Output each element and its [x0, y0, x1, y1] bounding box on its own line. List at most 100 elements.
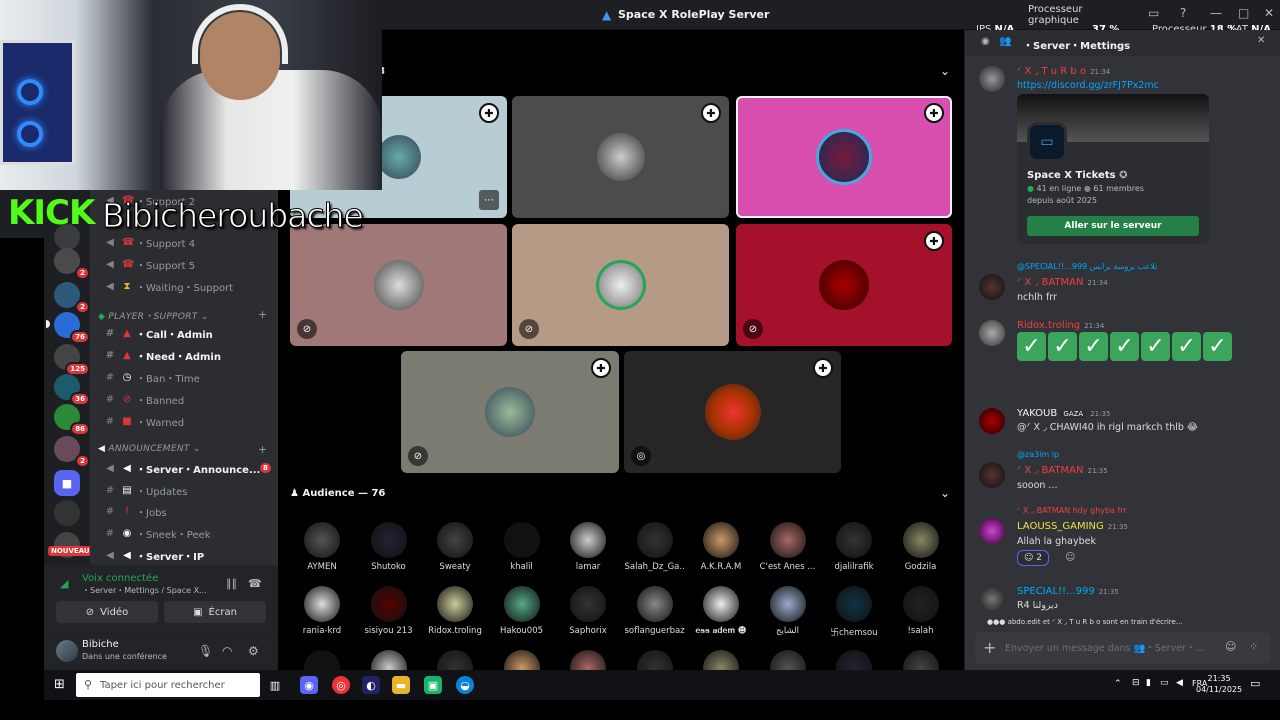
audience-member[interactable]: C'est Anes ...: [758, 522, 818, 572]
server-icon-7[interactable]: 2: [54, 436, 90, 468]
audience-member[interactable]: Hakou005: [492, 586, 552, 636]
add-channel-icon[interactable]: +: [258, 443, 268, 456]
folder-icon[interactable]: ■: [54, 470, 80, 496]
minimize-button[interactable]: —: [1210, 6, 1222, 20]
speaker-tile[interactable]: ✚: [512, 96, 729, 218]
channel-support-5[interactable]: ◀ ☎ ・Support 5: [102, 254, 277, 274]
taskbar-search[interactable]: ⚲ Taper ici pour rechercher: [76, 673, 260, 697]
server-icon-peaky[interactable]: [54, 500, 80, 526]
avatar[interactable]: [979, 408, 1005, 434]
emoji-icon[interactable]: ☺: [1225, 640, 1236, 653]
audience-member[interactable]: Sweaty: [425, 522, 485, 572]
avatar[interactable]: [979, 586, 1005, 612]
help-icon[interactable]: ?: [1180, 6, 1186, 20]
channel-updates[interactable]: # ▤ ・Updates: [102, 480, 277, 500]
server-icon-2[interactable]: 2: [54, 282, 90, 314]
server-icon-spacex[interactable]: 76: [46, 312, 90, 344]
microphone-tray-icon[interactable]: ▮: [1146, 678, 1151, 688]
discord-icon[interactable]: ◉: [300, 676, 318, 694]
channel-sneek-peek[interactable]: # ◉ ・Sneek・Peek: [102, 523, 277, 543]
server-icon-6[interactable]: 86: [54, 404, 90, 436]
channel-call-admin[interactable]: # ▲ ・Call・Admin: [102, 323, 277, 343]
audience-member[interactable]: rania-krd: [292, 586, 352, 636]
reaction-pill[interactable]: ☺ 2: [1017, 550, 1049, 566]
server-icon-shadow[interactable]: 2: [54, 248, 90, 280]
add-channel-icon[interactable]: +: [258, 308, 268, 321]
message-author[interactable]: ᐟ X ◞ T u R b o 21:34: [1017, 66, 1110, 77]
channel-ban-time[interactable]: # ◷ ・Ban・Time: [102, 367, 277, 387]
inbox-icon[interactable]: ▭: [1148, 6, 1159, 20]
speaker-tile-speaking[interactable]: ✚: [736, 96, 952, 218]
message-author[interactable]: YAKOUB GAZA 21:35: [1017, 408, 1110, 419]
file-explorer-icon[interactable]: ▬: [392, 676, 410, 694]
notification-icon[interactable]: ▭: [1250, 677, 1260, 690]
audience-header[interactable]: ♟ Audience — 76: [290, 488, 385, 499]
audience-member[interactable]: 𝐞𝐬𝐬 𝐚𝐝𝐞𝐦 ☻: [691, 586, 751, 636]
speaker-tile[interactable]: ⊘: [290, 224, 507, 346]
avatar[interactable]: [56, 640, 78, 662]
taskbar-clock[interactable]: 21:35 04/11/2025: [1196, 673, 1242, 695]
steam-icon[interactable]: ◐: [362, 676, 380, 694]
category-player-support[interactable]: ◆ PLAYER・SUPPORT ⌄ +: [98, 308, 267, 322]
apps-icon[interactable]: ⁘: [1249, 640, 1258, 653]
close-window-button[interactable]: ✕: [1264, 6, 1274, 20]
maximize-button[interactable]: □: [1238, 6, 1249, 20]
attach-icon[interactable]: +: [983, 638, 996, 657]
channel-server-announce[interactable]: ◀ ◀ ・Server・Announce... 8: [102, 458, 277, 478]
avatar[interactable]: [979, 518, 1005, 544]
message-author[interactable]: LAOUSS_GAMING 21:35: [1017, 521, 1128, 532]
edge-icon[interactable]: ◒: [456, 676, 474, 694]
gear-icon[interactable]: ⚙: [248, 644, 259, 658]
speaker-tile[interactable]: ✚ ◎: [624, 351, 841, 473]
channel-server-ip[interactable]: ◀ ◀ ・Server・IP: [102, 545, 277, 565]
kick-app-icon[interactable]: ▣: [424, 676, 442, 694]
username[interactable]: Bibiche: [82, 639, 119, 650]
channel-warned[interactable]: # ■ ・Warned: [102, 411, 277, 431]
server-icon-5[interactable]: 36: [54, 374, 90, 406]
channel-need-admin[interactable]: # ▲ ・Need・Admin: [102, 345, 277, 365]
disconnect-icon[interactable]: ☎: [248, 577, 262, 590]
audience-member[interactable]: Saphorix: [558, 586, 618, 636]
audience-member[interactable]: djalilrafik: [824, 522, 884, 572]
add-reaction-icon[interactable]: ☺: [1065, 552, 1075, 563]
avatar[interactable]: [979, 66, 1005, 92]
soundboard-icon[interactable]: ∥∥: [226, 577, 237, 590]
audience-member[interactable]: Godzila: [891, 522, 951, 572]
headset-icon[interactable]: ◠: [222, 644, 232, 658]
channel-waiting-support[interactable]: ◀ ⧗ ・Waiting・Support: [102, 276, 277, 296]
audience-member[interactable]: Shutoko: [359, 522, 419, 572]
voice-channel-path[interactable]: ・Server・Mettings / Space X...: [82, 585, 207, 596]
audience-member[interactable]: الشايج: [758, 586, 818, 636]
reply-preview[interactable]: ᐟ X ◞ BATMAN hdy ghyba frr: [1017, 506, 1127, 515]
task-view-icon[interactable]: ▥: [266, 676, 284, 694]
display-icon[interactable]: ▭: [1160, 678, 1169, 688]
audience-member[interactable]: Ridox.troling: [425, 586, 485, 636]
message-input[interactable]: [1005, 639, 1205, 657]
avatar[interactable]: [979, 274, 1005, 300]
join-server-button[interactable]: Aller sur le serveur: [1027, 216, 1199, 236]
invite-link[interactable]: https://discord.gg/zrFJ7Px2mc: [1017, 80, 1159, 91]
voice-connected-status[interactable]: Voix connectée: [82, 573, 158, 584]
tray-chevron-icon[interactable]: ⌃: [1114, 679, 1122, 689]
audience-member[interactable]: AYMEN: [292, 522, 352, 572]
windows-start-icon[interactable]: ⊞: [54, 677, 65, 692]
audience-member[interactable]: A.K.R.A.M: [691, 522, 751, 572]
message-author[interactable]: ᐟ X ◞ BATMAN 21:34: [1017, 277, 1108, 288]
channel-jobs[interactable]: #! ・Jobs: [102, 501, 277, 521]
message-author[interactable]: SPECIAL!!...999 21:35: [1017, 586, 1119, 597]
speaker-tile[interactable]: ⊘: [512, 224, 729, 346]
chrome-icon[interactable]: ◎: [332, 676, 350, 694]
collapse-audience-icon[interactable]: ⌄: [940, 486, 950, 500]
video-button[interactable]: ⊘ Vidéo: [56, 601, 158, 623]
microphone-icon[interactable]: 🎙︎: [198, 644, 213, 658]
audience-member[interactable]: Salah_Dz_Ga...: [625, 522, 685, 572]
message-author[interactable]: Ridox.troling 21:34: [1017, 320, 1104, 331]
collapse-speakers-icon[interactable]: ⌄: [940, 64, 950, 78]
avatar[interactable]: [979, 320, 1005, 346]
screen-share-button[interactable]: ▣ Écran: [164, 601, 266, 623]
volume-icon[interactable]: ◀: [1176, 678, 1183, 688]
speaker-tile[interactable]: ✚ ⊘: [736, 224, 952, 346]
reply-preview[interactable]: @SPECIAL!!...999 تلاعب بروسة برابس: [1017, 262, 1157, 271]
audience-member[interactable]: !salah: [891, 586, 951, 636]
speaker-tile[interactable]: ✚ ⊘: [401, 351, 619, 473]
